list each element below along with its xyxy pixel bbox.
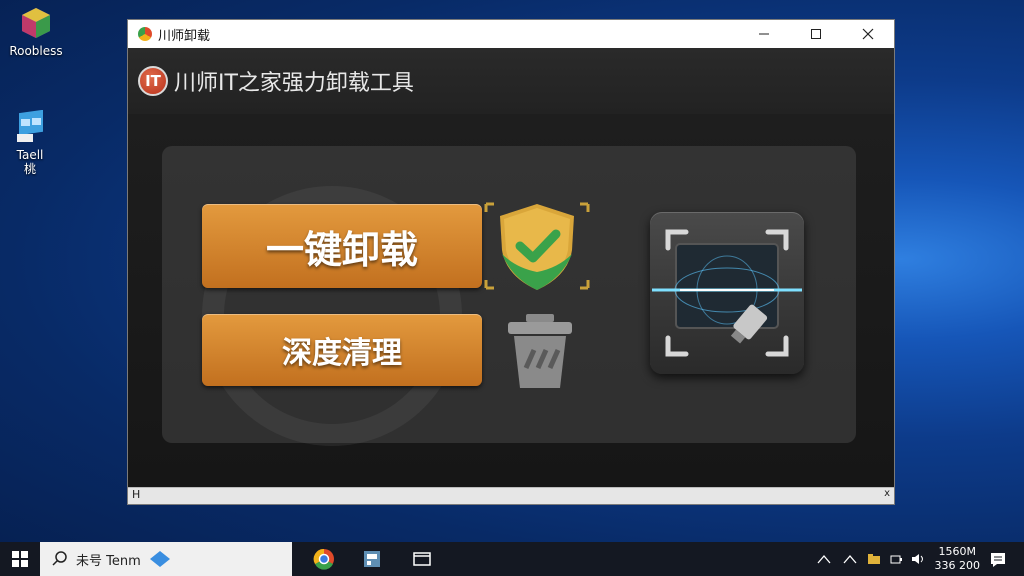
horizontal-scrollbar[interactable]: H x <box>128 487 894 504</box>
desktop-icon-taell[interactable]: Taell 桃 <box>0 109 66 176</box>
deep-clean-button[interactable]: 深度清理 <box>202 314 482 386</box>
chrome-icon <box>138 27 152 41</box>
clock-time: 1560M <box>938 545 977 558</box>
taskbar-search-box[interactable]: 未号 Tenm <box>40 542 292 576</box>
cube-app-icon <box>19 6 53 40</box>
search-text: 未号 Tenm <box>76 553 141 569</box>
search-icon <box>52 551 67 566</box>
main-content: 一键卸载 深度清理 <box>128 114 894 489</box>
taskbar: 未号 Tenm 1560M 336 200 <box>0 542 1024 576</box>
app-window: 川师卸载 IT 川师IT之家强力卸载工具 一键卸载 深度清理 H x <box>127 19 895 505</box>
shield-check-icon <box>484 202 590 290</box>
start-button[interactable] <box>0 542 40 576</box>
volume-icon[interactable] <box>911 553 927 565</box>
windows-logo-icon <box>12 551 28 567</box>
uninstall-button[interactable]: 一键卸载 <box>202 204 482 288</box>
maximize-button[interactable] <box>790 20 842 48</box>
chrome-icon <box>313 548 334 570</box>
clock-date: 336 200 <box>934 559 981 572</box>
taskbar-clock[interactable]: 1560M 336 200 <box>935 545 981 573</box>
maximize-icon <box>811 29 821 39</box>
app-title: 川师IT之家强力卸载工具 <box>174 71 414 96</box>
it-logo-icon: IT <box>138 66 168 96</box>
system-tray: 1560M 336 200 <box>817 542 1024 576</box>
scan-button[interactable] <box>650 212 804 374</box>
edge-icon[interactable] <box>149 550 171 568</box>
app-header: IT 川师IT之家强力卸载工具 <box>128 48 894 115</box>
app-icon <box>364 551 380 567</box>
window-title: 川师卸载 <box>158 28 211 44</box>
minimize-button[interactable] <box>738 20 790 48</box>
window-app-icon <box>13 109 47 144</box>
desktop-icon-label: Roobless <box>9 44 63 58</box>
taskbar-app[interactable] <box>348 542 396 576</box>
close-icon <box>862 28 874 40</box>
scrollbar-right-label: x <box>884 488 890 499</box>
action-panel: 一键卸载 深度清理 <box>162 146 856 446</box>
chevron-up-icon[interactable] <box>817 554 831 564</box>
battery-icon[interactable] <box>889 553 903 565</box>
scan-icon <box>652 229 802 357</box>
notification-icon[interactable] <box>990 551 1006 567</box>
minimize-icon <box>759 33 769 35</box>
desktop-icon-label: Taell 桃 <box>16 148 44 176</box>
desktop-icon-roobless[interactable]: Roobless <box>0 6 72 58</box>
window-titlebar[interactable]: 川师卸载 <box>128 20 894 48</box>
window-icon <box>413 552 431 566</box>
folder-icon[interactable] <box>867 553 881 565</box>
taskbar-chrome[interactable] <box>300 542 348 576</box>
scrollbar-left-label: H <box>132 488 141 501</box>
taskbar-window[interactable] <box>398 542 446 576</box>
trash-icon <box>508 314 572 388</box>
network-icon[interactable] <box>843 554 857 564</box>
close-button[interactable] <box>842 20 894 48</box>
